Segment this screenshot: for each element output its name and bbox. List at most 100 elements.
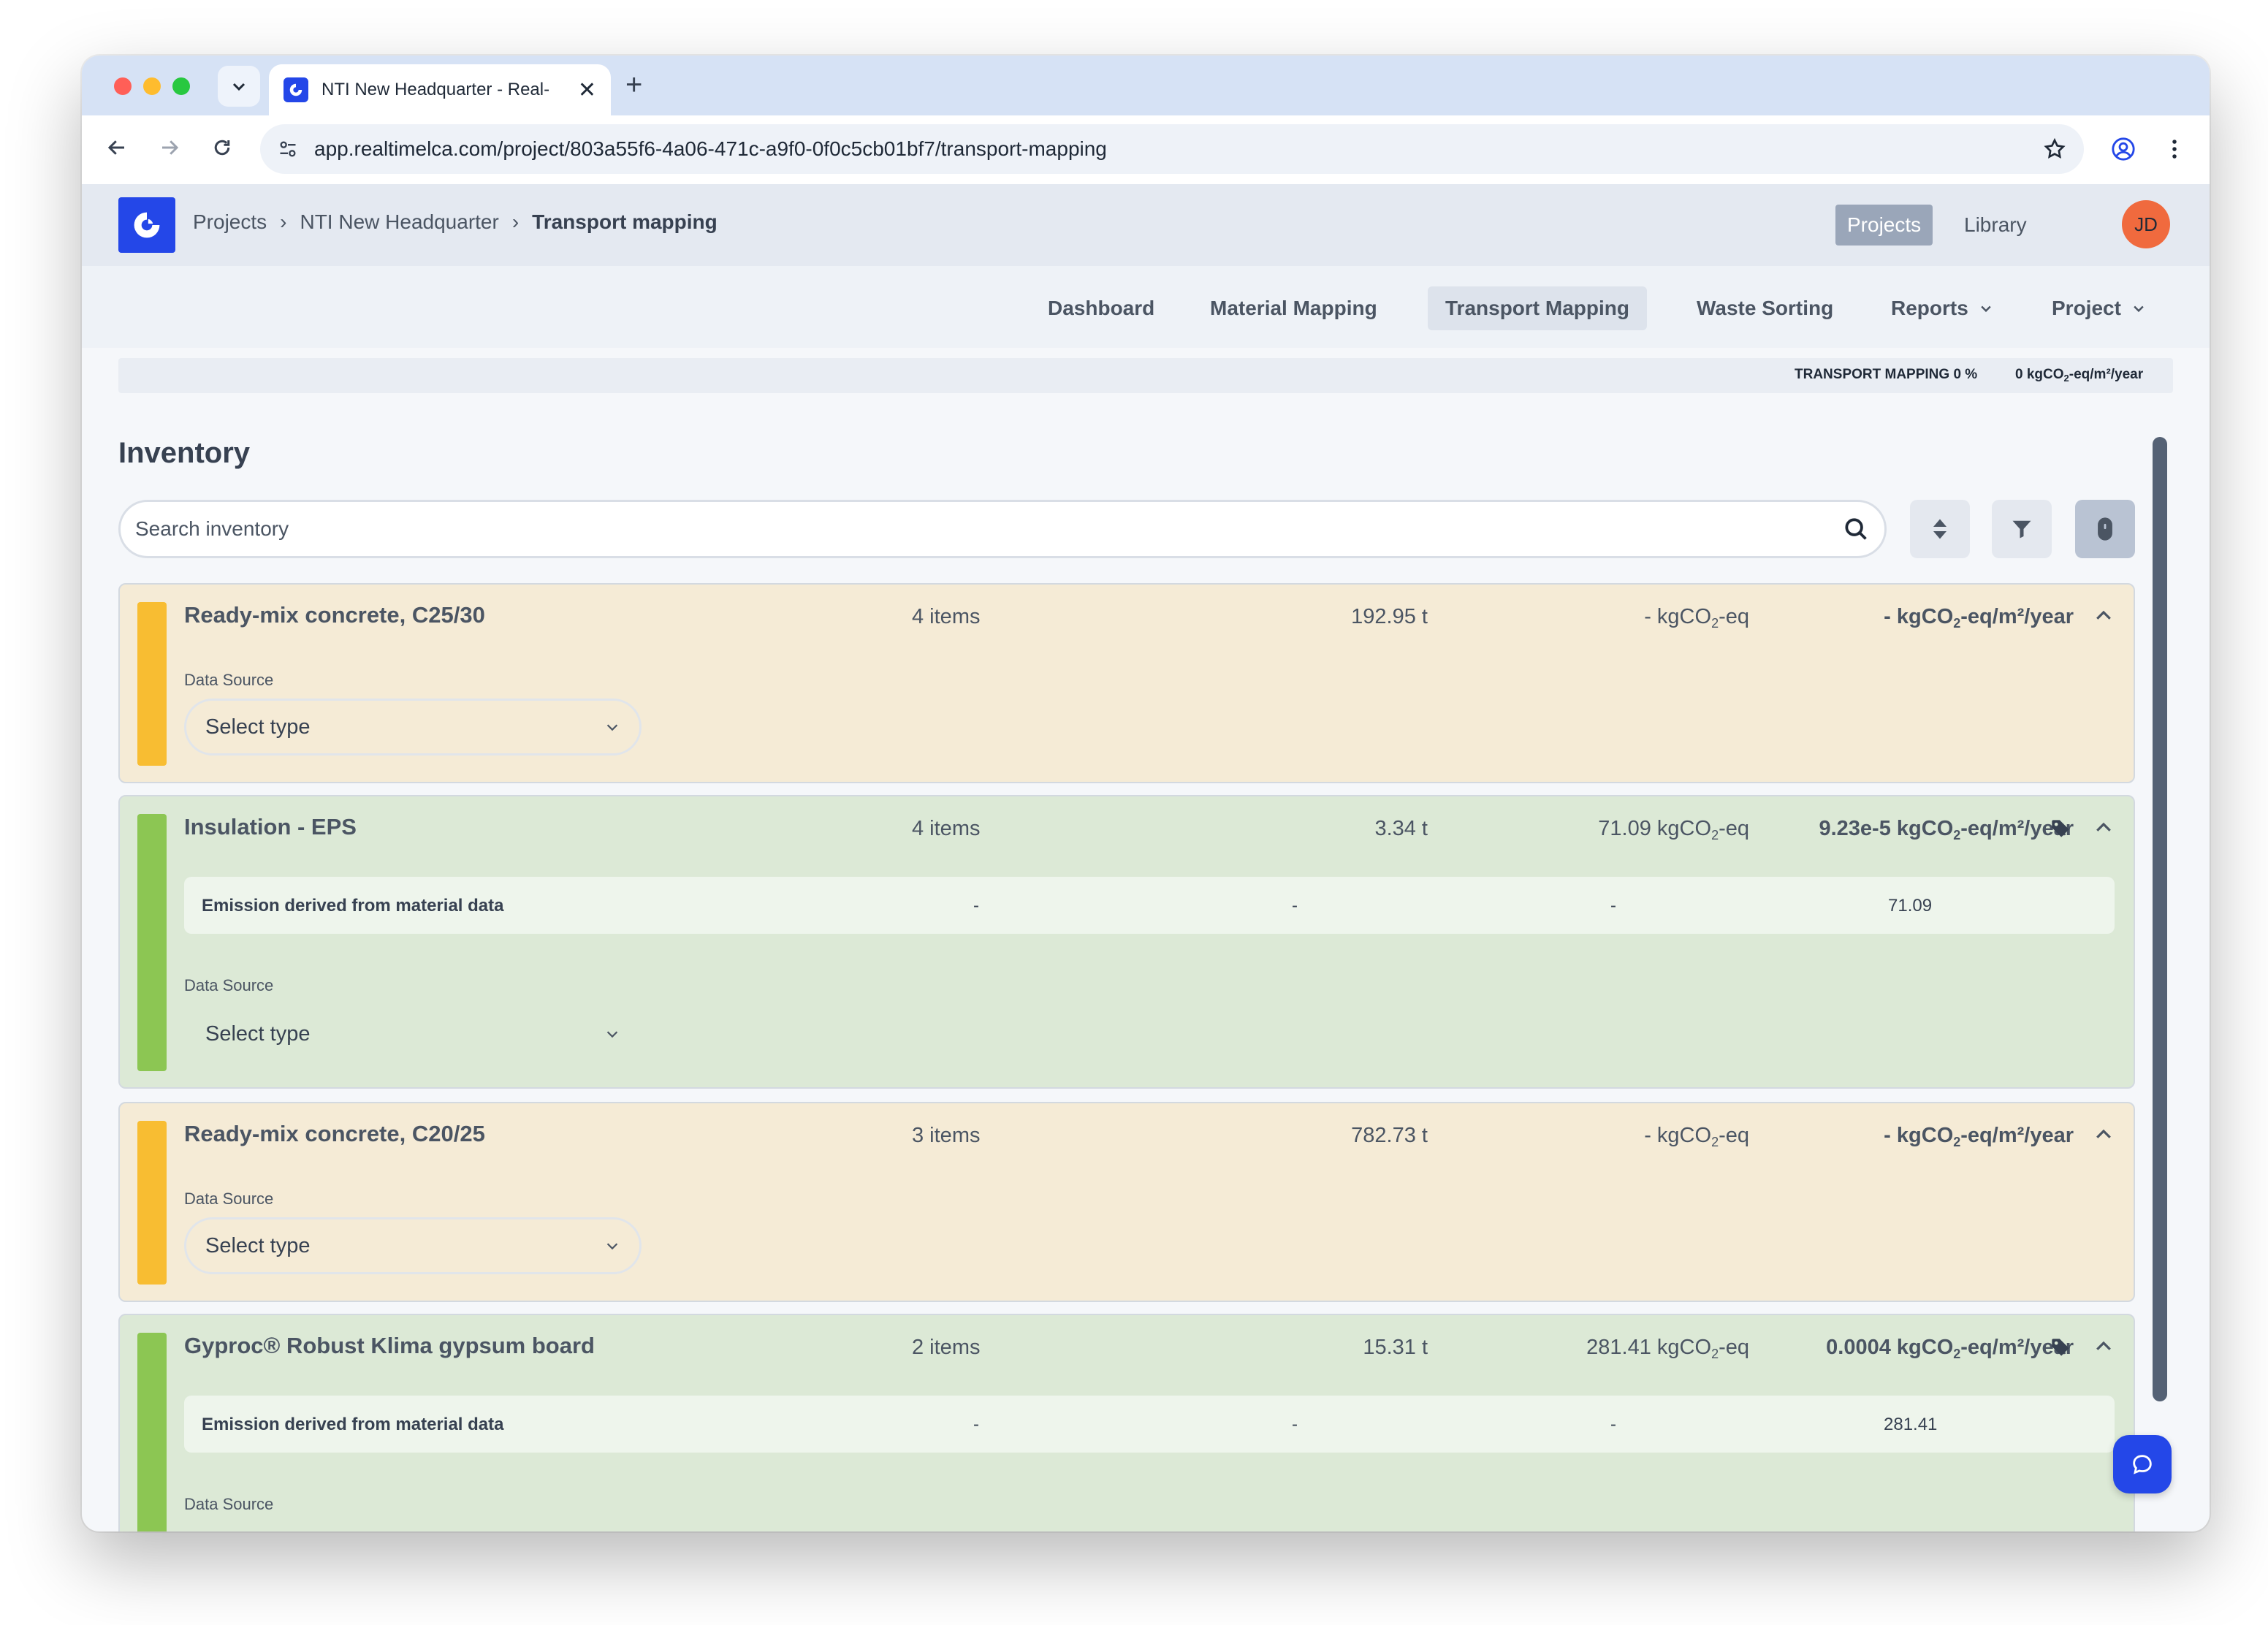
tag-button[interactable] [2050,818,2071,842]
data-source-label: Data Source [184,671,274,689]
avatar[interactable]: JD [2122,200,2170,248]
new-tab-button[interactable]: + [625,69,642,102]
chevron-up-icon [2096,1341,2111,1350]
group-name[interactable]: Ready-mix concrete, C25/30 [184,602,485,628]
breadcrumb-project[interactable]: NTI New Headquarter [300,210,498,234]
search-box [118,500,1887,558]
breadcrumb-projects[interactable]: Projects [193,210,267,234]
unit-co2: kgCO [1896,817,1954,840]
tab-label: Project [2052,297,2121,319]
data-source-label: Data Source [184,976,274,994]
group-emission: - kgCO2-eq [1479,605,1749,631]
annual-value: - [1884,605,1891,628]
derived-value: - [1610,1415,1616,1434]
tab-dashboard[interactable]: Dashboard [1030,286,1172,330]
tab-list-button[interactable] [218,66,260,107]
collapse-button[interactable] [2093,605,2115,631]
group-mass: 782.73 t [1351,1124,1428,1147]
select-value: Select type [205,715,311,739]
minimize-window-button[interactable] [143,77,161,95]
breadcrumb-current: Transport mapping [532,210,718,233]
unit-co2: kgCO [1896,605,1954,628]
collapse-button[interactable] [2093,817,2115,842]
more-menu-icon[interactable] [2158,133,2191,165]
browser-tab[interactable]: NTI New Headquarter - Real- ✕ [269,64,611,115]
group-name[interactable]: Insulation - EPS [184,814,357,840]
filter-button[interactable] [1992,500,2052,558]
url-text: app.realtimelca.com/project/803a55f6-4a0… [314,137,1107,160]
app-logo-icon[interactable] [118,197,175,253]
sort-button[interactable] [1910,500,1970,558]
group-emission: - kgCO2-eq [1479,1124,1749,1150]
tab-label: Material Mapping [1210,297,1377,319]
browser-toolbar: app.realtimelca.com/project/803a55f6-4a0… [82,115,2210,184]
chat-button[interactable] [2113,1435,2172,1493]
tab-waste-sorting[interactable]: Waste Sorting [1679,286,1851,330]
tab-label: Reports [1891,297,1968,319]
status-stripe [137,1121,167,1285]
unit-co2: kgCO [1656,605,1712,628]
sort-icon [1933,519,1947,539]
search-icon[interactable] [1842,515,1870,543]
collapse-button[interactable] [2093,1336,2115,1361]
chevron-down-icon [606,1031,618,1038]
derived-value: 281.41 [1884,1415,1938,1434]
unit-sub: 2 [1711,616,1719,631]
tab-transport-mapping[interactable]: Transport Mapping [1428,286,1647,330]
emission-prefix: 0 kgCO [2015,367,2064,382]
group-name[interactable]: Gyproc® Robust Klima gypsum board [184,1333,595,1359]
select-value: Select type [205,1233,311,1257]
tab-project[interactable]: Project [2034,286,2164,330]
unit-annual: -eq/m²/year [1960,1124,2074,1147]
annual-value: 9.23e-5 [1819,817,1891,840]
data-source-select[interactable]: Select type [184,1005,642,1062]
chevron-up-icon [2096,822,2111,831]
emission-suffix: -eq/m²/year [2069,367,2144,382]
maximize-window-button[interactable] [172,77,190,95]
group-mass: 3.34 t [1374,817,1428,840]
tab-material-mapping[interactable]: Material Mapping [1192,286,1395,330]
view-toggle-button[interactable] [2075,500,2135,558]
collapse-button[interactable] [2093,1124,2115,1149]
close-window-button[interactable] [114,77,132,95]
group-annual-emission: 0.0004 kgCO2-eq/m²/year [1727,1336,2074,1362]
inventory-group-card: Gyproc® Robust Klima gypsum board 2 item… [118,1314,2135,1531]
filter-icon [2012,520,2031,539]
chevron-down-icon [2134,305,2144,313]
group-name[interactable]: Ready-mix concrete, C20/25 [184,1121,485,1147]
search-input[interactable] [135,517,1842,541]
forward-arrow-icon[interactable] [155,133,184,162]
scrollbar[interactable] [2153,437,2167,1401]
site-settings-icon[interactable] [278,139,298,159]
tab-title: NTI New Headquarter - Real- [321,80,550,99]
chevron-down-icon [606,1243,618,1250]
status-stripe [137,1333,167,1531]
back-arrow-icon[interactable] [102,133,132,162]
group-item-count: 3 items [912,1124,981,1147]
library-link[interactable]: Library [1952,205,2039,246]
bookmark-star-icon[interactable] [2043,137,2066,161]
tag-icon [2052,820,2069,837]
data-source-label: Data Source [184,1190,274,1208]
unit-sub: 2 [1711,828,1719,842]
data-source-select[interactable]: Select type [184,699,642,756]
data-source-select[interactable]: Select type [184,1217,642,1274]
chevron-up-icon [2096,1129,2111,1138]
emission-sub: 2 [2063,373,2069,384]
tab-reports[interactable]: Reports [1873,286,2011,330]
inventory-group-card: Ready-mix concrete, C20/25 3 items 782.7… [118,1102,2135,1302]
close-tab-icon[interactable]: ✕ [578,77,596,103]
unit-sub: 2 [1711,1347,1719,1361]
select-value: Select type [205,1021,311,1046]
reload-icon[interactable] [208,133,237,162]
address-bar[interactable]: app.realtimelca.com/project/803a55f6-4a0… [260,124,2084,174]
group-mass: 192.95 t [1351,605,1428,628]
profile-icon[interactable] [2107,133,2139,165]
projects-button[interactable]: Projects [1835,205,1933,246]
unit-sub: 2 [1953,828,1961,842]
derived-value: - [973,896,979,916]
derived-value: - [973,1415,979,1434]
chevron-right-icon: › [511,210,520,233]
tag-button[interactable] [2050,1337,2071,1361]
group-annual-emission: - kgCO2-eq/m²/year [1727,1124,2074,1150]
